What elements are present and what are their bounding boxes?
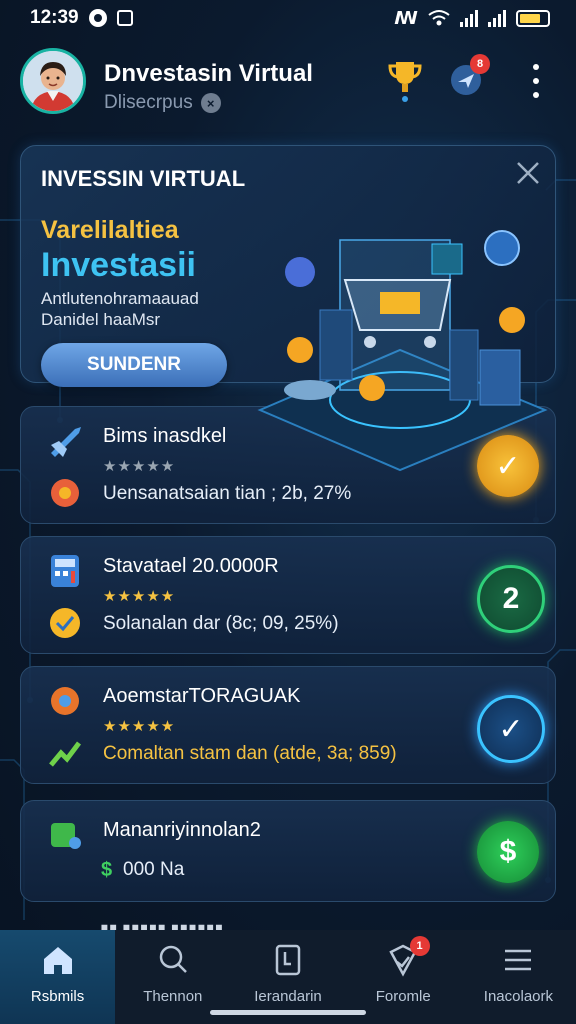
rating-stars: ★★★★★ — [103, 718, 176, 735]
gallery-icon — [116, 10, 133, 26]
wallet-icon — [51, 823, 81, 849]
nav-badge: 1 — [409, 936, 430, 956]
menu-icon — [505, 949, 532, 971]
nav-label: Ierandarin — [254, 988, 322, 1005]
notification-badge: 8 — [470, 54, 490, 74]
rating-stars: ★★★★★ — [103, 458, 176, 475]
notification-button[interactable]: 8 — [448, 54, 490, 98]
clear-icon[interactable]: × — [200, 93, 221, 113]
banner-desc-line1: Antlutenohramaauad — [41, 289, 199, 308]
card-description: Uensanatsaian tian ; 2b, 27% — [103, 483, 352, 504]
banner-desc-line2: Danidel haaMsr — [41, 310, 161, 329]
rating-stars: ★★★★★ — [103, 588, 176, 605]
banner-main-title: Investasii — [41, 246, 196, 284]
clock: 12:39 — [30, 7, 79, 28]
gear-icon — [51, 479, 79, 507]
nav-label: Foromle — [375, 988, 431, 1005]
home-icon — [43, 947, 72, 974]
card-description: 000 Na — [123, 859, 185, 880]
mute-icon: ꟿ — [394, 7, 418, 28]
banner-subheading: Varelilaltiea — [41, 216, 179, 244]
nav-item-menu[interactable]: Inacolaork — [461, 930, 576, 1024]
nav-label: Inacolaork — [483, 988, 554, 1005]
signal-icon — [460, 9, 478, 27]
subtitle: Dlisecrpus × — [104, 92, 221, 114]
banner-cta-button[interactable]: SUNDENR — [41, 343, 227, 387]
investment-card[interactable]: Stavatael 20.0000R ★★★★★ Solanalan dar (… — [20, 536, 556, 654]
close-icon[interactable] — [513, 158, 543, 188]
status-bar: 12:39 ꟿ — [0, 0, 576, 36]
card-description: Solanalan dar (8c; 09, 25%) — [103, 613, 339, 634]
investment-card[interactable]: AoemstarTORAGUAK ★★★★★ Comaltan stam dan… — [20, 666, 556, 784]
record-icon — [88, 9, 107, 27]
nav-label: Thennon — [143, 988, 203, 1005]
subtitle-text: Dlisecrpus — [104, 92, 193, 113]
level-button[interactable]: 2 — [477, 565, 545, 633]
card-description: Comaltan stam dan (atde, 3a; 859) — [103, 743, 397, 764]
investment-card[interactable]: Mananriyinnolan2 000 Na $ $ — [20, 800, 556, 902]
card-title: AoemstarTORAGUAK — [103, 685, 301, 707]
dollar-button[interactable]: $ — [477, 821, 539, 883]
card-title: Stavatael 20.0000R — [103, 555, 279, 577]
app-header: Dnvestasin Virtual Dlisecrpus × 8 — [0, 40, 576, 128]
shopping-illustration — [257, 230, 548, 472]
wifi-icon — [428, 10, 450, 26]
confirm-button[interactable]: ✓ — [477, 695, 545, 763]
card-title: Mananriyinnolan2 — [103, 819, 261, 841]
check-circle-icon — [50, 608, 80, 638]
more-options-icon[interactable] — [526, 64, 546, 98]
dollar-icon: $ — [101, 859, 113, 881]
calculator-icon — [51, 555, 79, 587]
page-title: Dnvestasin Virtual — [104, 60, 313, 87]
search-icon — [159, 945, 187, 973]
nav-label: Rsbmils — [30, 988, 85, 1005]
rocket-icon — [51, 427, 81, 457]
settings-icon — [51, 687, 79, 715]
nav-item-home[interactable]: Rsbmils — [0, 930, 116, 1024]
battery-icon — [516, 9, 550, 27]
card-title: Bims inasdkel — [103, 425, 227, 447]
trophy-icon[interactable] — [388, 58, 422, 104]
partial-list-item: ▮▮ ▮▮▮▮▮ ▮▮▮▮▮▮ — [100, 920, 223, 930]
banner-description: Antlutenohramaauad Danidel haaMsr — [41, 288, 199, 330]
avatar[interactable] — [20, 48, 86, 114]
home-indicator[interactable] — [210, 1010, 366, 1015]
document-icon — [275, 944, 301, 976]
signal-icon-2 — [488, 9, 506, 27]
growth-icon — [49, 741, 81, 767]
banner-heading: INVESSIN VIRTUAL — [41, 166, 246, 191]
